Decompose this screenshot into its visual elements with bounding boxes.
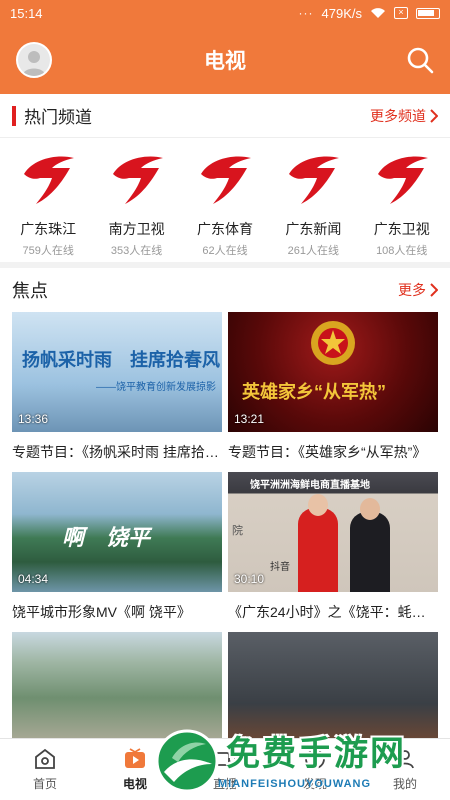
video-duration: 13:21: [234, 412, 265, 426]
video-card[interactable]: 英雄家乡“从军热” 13:21 专题节目：《英雄家乡“从军热”》: [228, 312, 438, 462]
video-duration: 30:10: [234, 572, 265, 586]
guest-head: [360, 498, 380, 520]
video-camera-icon: [214, 752, 236, 766]
tab-label: 发现: [302, 777, 327, 791]
video-thumbnail: 英雄家乡“从军热” 13:21: [228, 312, 438, 432]
hot-channels-section: 热门频道 更多频道 广东珠江 759人在线 南方卫视 353人在线 广东体育 6…: [0, 94, 450, 262]
tab-label: 首页: [32, 777, 57, 791]
chevron-right-icon: [430, 283, 438, 297]
video-card[interactable]: 扬帆采时雨 挂席拾春风 ——饶平教育创新发展掠影 13:36 专题节目：《扬帆采…: [12, 312, 222, 462]
video-grid: 扬帆采时雨 挂席拾春风 ——饶平教育创新发展掠影 13:36 专题节目：《扬帆采…: [0, 312, 450, 772]
video-card[interactable]: 啊 饶平 04:34 饶平城市形象MV《啊 饶平》: [12, 472, 222, 622]
channel-list: 广东珠江 759人在线 南方卫视 353人在线 广东体育 62人在线 广东新闻 …: [0, 138, 450, 258]
video-thumbnail: [12, 632, 222, 752]
search-button[interactable]: [404, 44, 436, 76]
channel-item[interactable]: 南方卫视 353人在线: [94, 152, 180, 258]
tab-label: 电视: [122, 777, 147, 791]
tab-live[interactable]: 直播: [180, 739, 270, 800]
video-duration: 13:36: [18, 412, 49, 426]
person-icon: [396, 750, 414, 769]
video-caption: 《广东24小时》之《饶平：蚝乡》: [228, 604, 438, 620]
user-icon: [18, 44, 50, 76]
more-channels-label: 更多频道: [370, 107, 426, 124]
channel-name: 南方卫视: [108, 221, 165, 237]
thumbnail-title: 扬帆采时雨 挂席拾春风: [22, 350, 220, 370]
video-caption: 专题节目：《英雄家乡“从军热”》: [228, 444, 427, 460]
hot-channels-title: 热门频道: [24, 108, 92, 127]
presenter-head: [308, 494, 328, 516]
thumbnail-title: 英雄家乡“从军热”: [242, 382, 386, 402]
gdtv-logo-icon: [112, 156, 163, 204]
gdtv-logo-icon: [289, 156, 340, 204]
channel-item[interactable]: 广东新闻 261人在线: [270, 152, 356, 258]
tab-discover[interactable]: 发现: [270, 739, 360, 800]
video-thumbnail: 饶平洲洲海鲜电商直播基地 院 抖音 30:10: [228, 472, 438, 592]
status-dots: ···: [298, 6, 314, 20]
avatar[interactable]: [16, 42, 52, 78]
tab-label: 直播: [212, 777, 237, 791]
thumbnail-subtitle: ——饶平教育创新发展掠影: [96, 382, 216, 393]
tv-icon: [125, 748, 145, 768]
sim-icon: ×: [394, 7, 408, 19]
channel-item[interactable]: 广东体育 62人在线: [182, 152, 268, 258]
app-bar: 电视: [0, 26, 450, 94]
channel-online-count: 759人在线: [22, 245, 74, 257]
compass-icon: [305, 749, 325, 769]
video-thumbnail: 扬帆采时雨 挂席拾春风 ——饶平教育创新发展掠影 13:36: [12, 312, 222, 432]
army-emblem-icon: [311, 321, 355, 365]
chevron-right-icon: [430, 108, 438, 123]
video-caption: 饶平城市形象MV《啊 饶平》: [12, 604, 191, 620]
video-caption: 专题节目：《扬帆采时雨 挂席拾春风》: [12, 444, 222, 460]
hot-channels-header: 热门频道 更多频道: [0, 94, 450, 138]
channel-online-count: 353人在线: [110, 245, 163, 257]
thumbnail-sign: 院: [232, 525, 243, 537]
tab-tv[interactable]: 电视: [90, 739, 180, 800]
guest-figure: [350, 512, 390, 592]
channel-name: 广东珠江: [20, 221, 77, 237]
thumbnail-title: 啊 饶平: [62, 525, 151, 550]
tab-home[interactable]: 首页: [0, 739, 90, 800]
channel-online-count: 261人在线: [287, 245, 340, 257]
video-thumbnail: 啊 饶平 04:34: [12, 472, 222, 592]
channel-online-count: 108人在线: [376, 245, 428, 257]
status-time: 15:14: [10, 5, 43, 21]
channel-name: 广东新闻: [285, 221, 342, 237]
wifi-icon: [371, 8, 385, 18]
channel-item[interactable]: 广东珠江 759人在线: [5, 152, 91, 258]
search-icon: [407, 47, 434, 74]
gdtv-logo-icon: [377, 156, 428, 204]
channel-online-count: 62人在线: [202, 245, 248, 257]
thumbnail-banner: 饶平洲洲海鲜电商直播基地: [250, 480, 370, 491]
status-bar: 15:14 ··· 479K/s ×: [0, 0, 450, 26]
video-card[interactable]: 饶平洲洲海鲜电商直播基地 院 抖音 30:10 《广东24小时》之《饶平：蚝乡》: [228, 472, 438, 622]
section-marker: [12, 105, 16, 126]
channel-name: 广东体育: [196, 221, 253, 237]
video-thumbnail: [228, 632, 438, 752]
network-speed: 479K/s: [321, 5, 362, 21]
page-title: 电视: [204, 50, 246, 73]
more-focus-label: 更多: [398, 282, 426, 298]
bottom-tab-bar: 首页 电视 直播 发现 我的: [0, 738, 450, 800]
tab-label: 我的: [392, 777, 417, 791]
battery-icon: [416, 7, 440, 19]
video-duration: 04:34: [18, 572, 49, 586]
focus-title: 焦点: [12, 281, 48, 301]
tab-mine[interactable]: 我的: [360, 739, 450, 800]
thumbnail-brand: 抖音: [270, 562, 290, 573]
gdtv-logo-icon: [24, 156, 75, 204]
gdtv-logo-icon: [200, 156, 251, 204]
channel-name: 广东卫视: [373, 221, 430, 237]
presenter-figure: [298, 508, 338, 592]
status-indicators: ··· 479K/s ×: [299, 6, 440, 21]
home-icon: [35, 748, 55, 769]
more-focus-link[interactable]: 更多: [398, 280, 438, 300]
channel-item[interactable]: 广东卫视 108人在线: [359, 152, 445, 258]
focus-section: 焦点 更多 扬帆采时雨 挂席拾春风 ——饶平教育创新发展掠影 13:36 专题节…: [0, 268, 450, 752]
focus-header: 焦点 更多: [0, 268, 450, 312]
more-channels-link[interactable]: 更多频道: [370, 106, 438, 126]
